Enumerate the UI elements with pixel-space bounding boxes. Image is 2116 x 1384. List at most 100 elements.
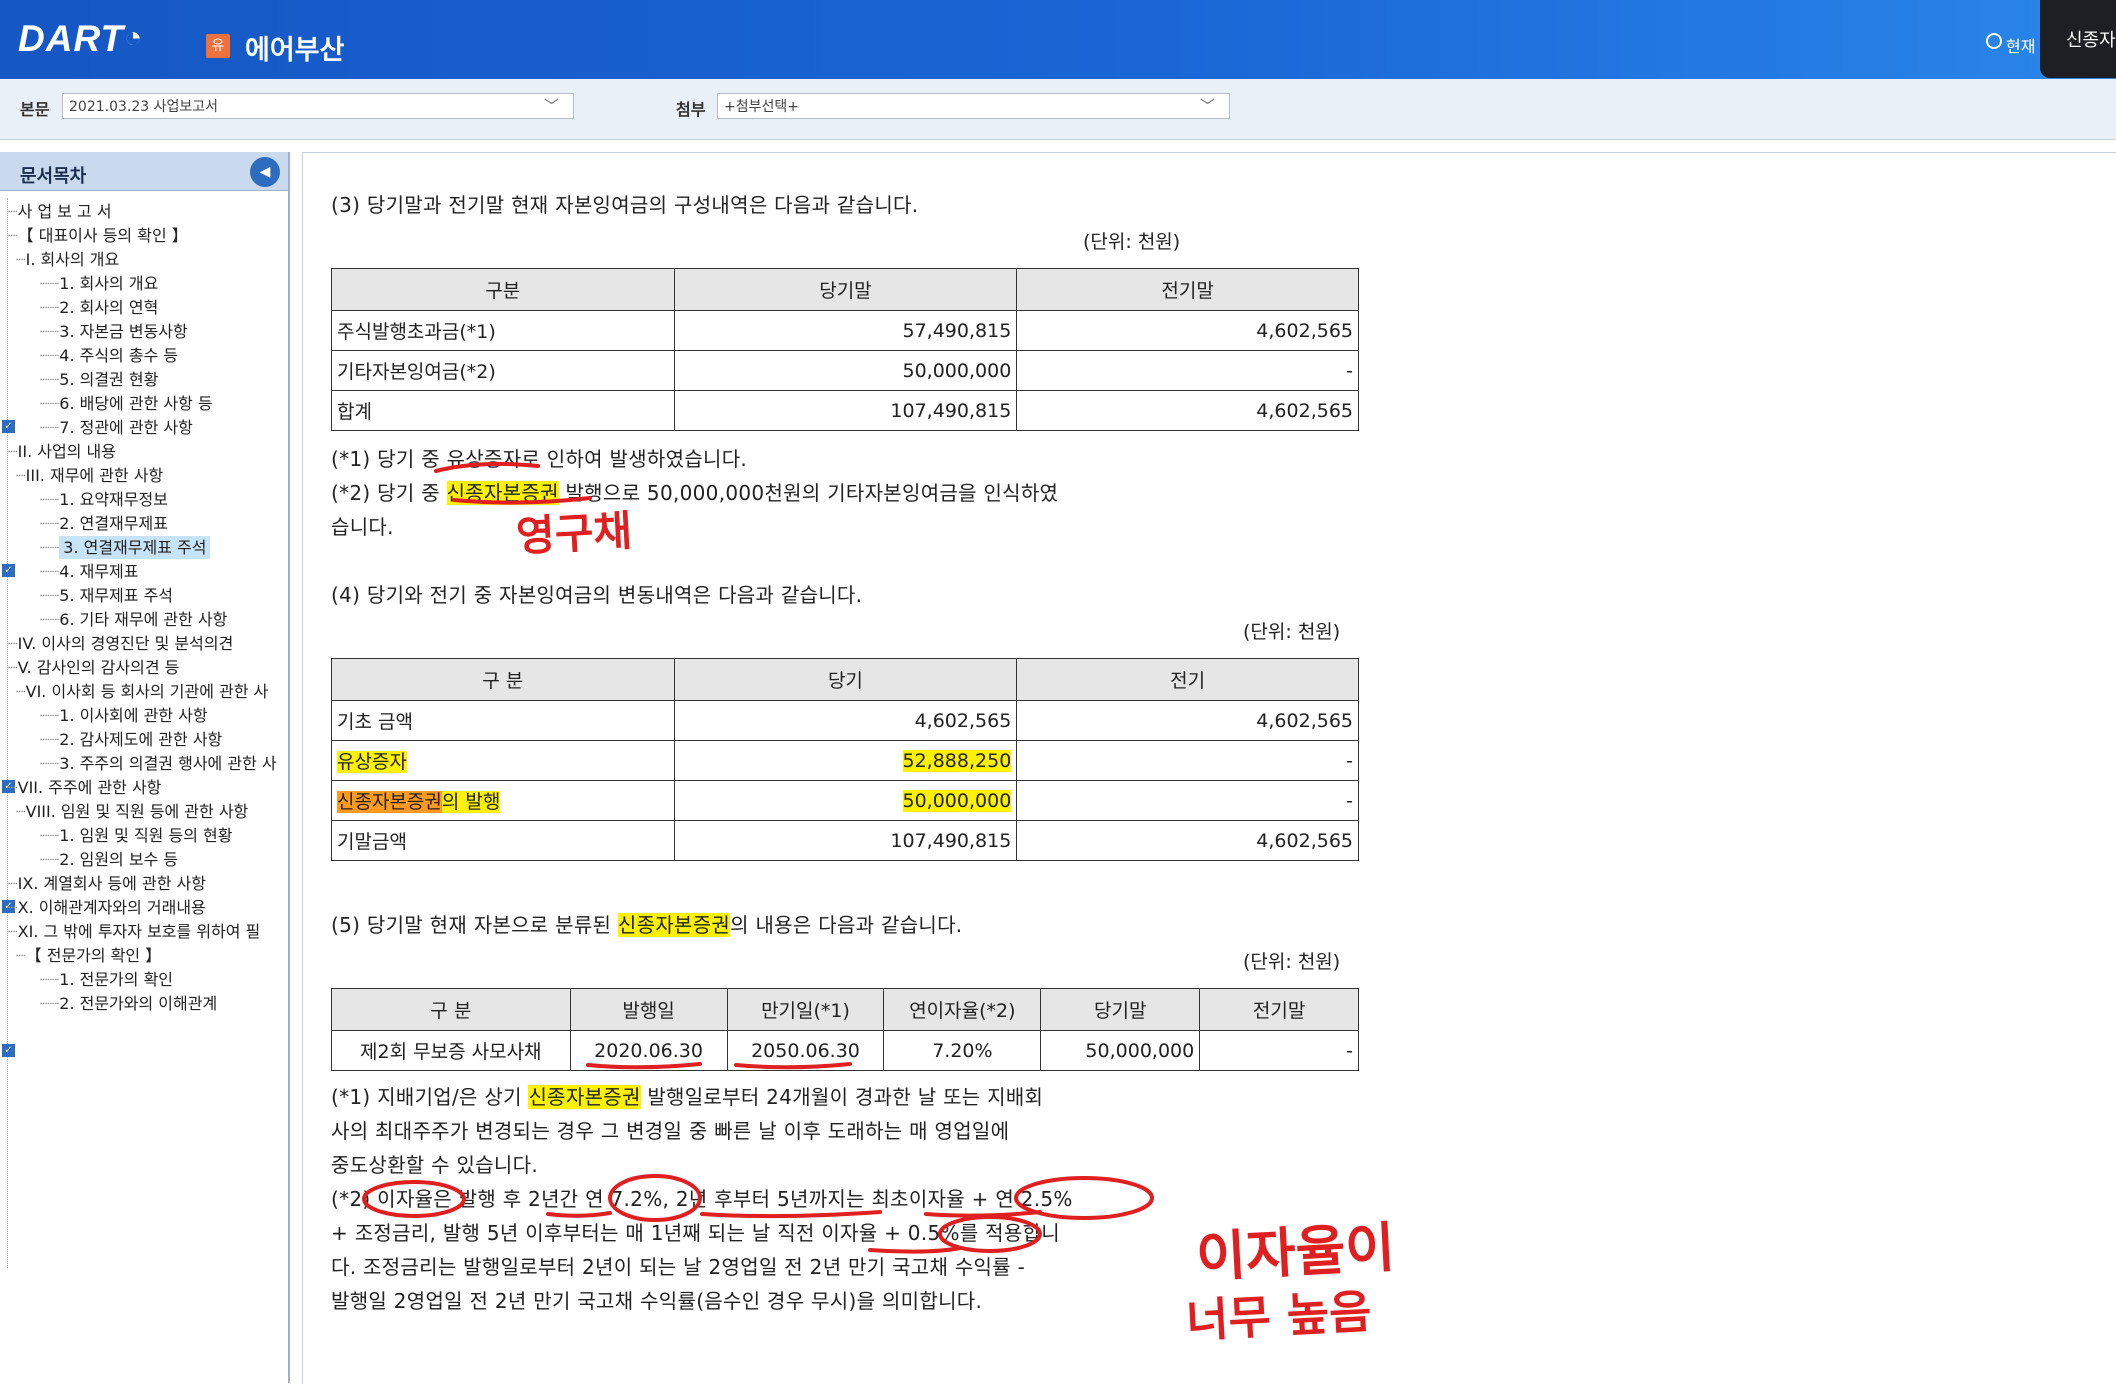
table-row: 합계 107,490,815 4,602,565 <box>331 390 1359 431</box>
cell-value: 4,602,565 <box>1016 820 1359 861</box>
column-header: 당기말 <box>1040 988 1201 1031</box>
section3-note2: (*2) 당기 중 신종자본증권 발행으로 50,000,000천원의 기타자본… <box>331 481 1059 505</box>
toc-item[interactable]: ┈┈1. 요약재무정보 <box>40 486 168 510</box>
column-header: 구분 <box>331 268 675 311</box>
toc-item[interactable]: ┈┈4. 주식의 총수 등 <box>40 342 178 366</box>
document-viewer: (3) 당기말과 전기말 현재 자본잉여금의 구성내역은 다음과 같습니다. (… <box>302 152 2116 1384</box>
body-label: 본문 <box>20 100 50 119</box>
toc-item[interactable]: ┈IV. 이사의 경영진단 및 분석의견 <box>8 630 233 654</box>
toc-item[interactable]: ┈┈2. 회사의 연혁 <box>40 294 158 318</box>
section5-heading: (5) 당기말 현재 자본으로 분류된 신종자본증권의 내용은 다음과 같습니다… <box>331 913 963 937</box>
section3-note1: (*1) 당기 중 유상증자로 인하여 발생하였습니다. <box>331 447 748 471</box>
toc-sidebar: 문서목차 ◀ ┈사 업 보 고 서 ┈【 대표이사 등의 확인 】 ✓ ┈I. … <box>0 152 290 1383</box>
collapse-sidebar-icon[interactable]: ◀ <box>250 157 280 187</box>
section3-table: 구분 당기말 전기말 주식발행초과금(*1) 57,490,815 4,602,… <box>331 268 1359 431</box>
table-header-row: 구 분 발행일 만기일(*1) 연이자율(*2) 당기말 전기말 <box>331 988 1359 1031</box>
expand-toggle-icon[interactable]: ✓ <box>2 420 15 433</box>
body-select[interactable]: 2021.03.23 사업보고서 ﹀ <box>62 93 574 119</box>
section5-note1-line2: 사의 최대주주가 변경되는 경우 그 변경일 중 빠른 날 이후 도래하는 매 … <box>331 1119 1010 1143</box>
row-label: 기말금액 <box>331 820 675 861</box>
logo-swoosh-icon: ◔ <box>124 21 144 54</box>
toc-item[interactable]: ┈XI. 그 밖에 투자자 보호를 위하여 필 <box>8 918 260 942</box>
toc-item[interactable]: ┈┈4. 재무제표 <box>40 558 139 582</box>
section5-note1-line3: 중도상환할 수 있습니다. <box>331 1153 538 1177</box>
cell-value: - <box>1199 1030 1359 1071</box>
search-popup-tab[interactable]: 신종자 <box>2040 0 2116 78</box>
column-header: 만기일(*1) <box>726 988 885 1031</box>
toc-title: 문서목차 <box>20 166 87 187</box>
toc-item[interactable]: ┈┈1. 임원 및 직원 등의 현황 <box>40 822 232 846</box>
table-row: 유상증자 52,888,250 - <box>331 740 1359 781</box>
annotation-perpetual: 영구채 <box>514 505 634 561</box>
table-row: 기초 금액 4,602,565 4,602,565 <box>331 700 1359 741</box>
table-row: 기말금액 107,490,815 4,602,565 <box>331 820 1359 861</box>
column-header: 구 분 <box>331 658 675 701</box>
section5-note1: (*1) 지배기업/은 상기 신종자본증권 발행일로부터 24개월이 경과한 날… <box>331 1085 1044 1109</box>
column-header: 당기말 <box>673 268 1018 311</box>
cell-value: 4,602,565 <box>1016 700 1359 741</box>
toc-item[interactable]: ┈┈3. 주주의 의결권 행사에 관한 사 <box>40 750 277 774</box>
expand-toggle-icon[interactable]: ✓ <box>2 564 15 577</box>
toc-item[interactable]: ┈VI. 이사회 등 회사의 기관에 관한 사 <box>16 678 268 702</box>
table-row: 제2회 무보증 사모사채 2020.06.30 2050.06.30 7.20%… <box>331 1030 1359 1071</box>
expand-toggle-icon[interactable]: ✓ <box>2 1044 15 1057</box>
column-header: 전기 <box>1016 658 1359 701</box>
toc-item[interactable]: ┈┈6. 배당에 관한 사항 등 <box>40 390 213 414</box>
company-name: 에어부산 <box>245 35 345 66</box>
toc-item[interactable]: ┈┈2. 임원의 보수 등 <box>40 846 178 870</box>
toc-item[interactable]: ┈X. 이해관계자와의 거래내용 <box>8 894 206 918</box>
section5-note2-line3: 다. 조정금리는 발행일로부터 2년이 되는 날 2영업일 전 2년 만기 국고… <box>331 1255 1026 1279</box>
toc-item[interactable]: ┈III. 재무에 관한 사항 <box>16 462 163 486</box>
toc-item[interactable]: ┈┈5. 의결권 현황 <box>40 366 158 390</box>
section4-heading: (4) 당기와 전기 중 자본잉여금의 변동내역은 다음과 같습니다. <box>331 583 863 607</box>
toc-item[interactable]: ┈사 업 보 고 서 <box>8 198 112 222</box>
section3-heading: (3) 당기말과 전기말 현재 자본잉여금의 구성내역은 다음과 같습니다. <box>331 193 919 217</box>
cell-value: 50,000,000 <box>673 350 1018 391</box>
toc-item[interactable]: ┈┈2. 감사제도에 관한 사항 <box>40 726 222 750</box>
chevron-down-icon: ﹀ <box>543 97 559 115</box>
toc-item[interactable]: ┈IX. 계열회사 등에 관한 사항 <box>8 870 206 894</box>
search-popup-label: 신종자 <box>2066 30 2116 51</box>
toc-item[interactable]: ┈┈7. 정관에 관한 사항 <box>40 414 193 438</box>
dart-logo[interactable]: DART◔ <box>18 18 143 60</box>
cell-value: 107,490,815 <box>673 820 1018 861</box>
toc-item-selected[interactable]: ┈┈ 3. 연결재무제표 주석 <box>40 534 211 559</box>
current-radio-icon[interactable] <box>1986 33 2002 49</box>
section5-table: 구 분 발행일 만기일(*1) 연이자율(*2) 당기말 전기말 제2회 무보증… <box>331 988 1359 1071</box>
toc-item[interactable]: ┈VII. 주주에 관한 사항 <box>8 774 161 798</box>
toc-item[interactable]: ┈┈2. 전문가와의 이해관계 <box>40 990 217 1014</box>
cell-value: 2050.06.30 <box>726 1030 885 1071</box>
section5-note2-line4: 발행일 2영업일 전 2년 만기 국고채 수익률(음수인 경우 무시)을 의미합… <box>331 1289 983 1313</box>
toc-item[interactable]: ┈┈1. 회사의 개요 <box>40 270 158 294</box>
section4-unit: (단위: 천원) <box>1243 621 1341 643</box>
toc-item[interactable]: ┈VIII. 임원 및 직원 등에 관한 사항 <box>16 798 248 822</box>
toc-item[interactable]: ┈┈1. 전문가의 확인 <box>40 966 173 990</box>
toc-item[interactable]: ┈┈1. 이사회에 관한 사항 <box>40 702 208 726</box>
table-row: 기타자본잉여금(*2) 50,000,000 - <box>331 350 1359 391</box>
toc-item[interactable]: ┈I. 회사의 개요 <box>16 246 119 270</box>
toc-item[interactable]: ┈【 대표이사 등의 확인 】 <box>8 222 188 246</box>
toc-item[interactable]: ┈┈3. 자본금 변동사항 <box>40 318 188 342</box>
toc-header: 문서목차 ◀ <box>0 152 288 191</box>
column-header: 전기말 <box>1016 268 1359 311</box>
toc-item[interactable]: ┈┈5. 재무제표 주석 <box>40 582 173 606</box>
cell-value: 4,602,565 <box>673 700 1018 741</box>
cell-value: 7.20% <box>883 1030 1042 1071</box>
toc-item[interactable]: ┈V. 감사인의 감사의견 등 <box>8 654 179 678</box>
row-label: 신종자본증권의 발행 <box>331 780 675 821</box>
column-header: 당기 <box>673 658 1018 701</box>
annotation-rate-high-2: 너무 높음 <box>1184 1284 1373 1348</box>
toc-item[interactable]: ┈II. 사업의 내용 <box>8 438 116 462</box>
section5-note2-line2: + 조정금리, 발행 5년 이후부터는 매 1년째 되는 날 직전 이자율 + … <box>331 1221 1060 1245</box>
current-label[interactable]: 현재 <box>2006 33 2035 57</box>
tree-line <box>7 198 8 1268</box>
row-label: 기타자본잉여금(*2) <box>331 350 675 391</box>
column-header: 발행일 <box>569 988 728 1031</box>
cell-value: - <box>1016 740 1359 781</box>
toc-item[interactable]: ┈【 전문가의 확인 】 <box>16 942 161 966</box>
cell-value: - <box>1016 350 1359 391</box>
cell-value: 50,000,000 <box>1040 1030 1201 1071</box>
toc-item[interactable]: ┈┈2. 연결재무제표 <box>40 510 168 534</box>
attach-select[interactable]: +첨부선택+ ﹀ <box>717 93 1230 119</box>
toc-item[interactable]: ┈┈6. 기타 재무에 관한 사항 <box>40 606 227 630</box>
